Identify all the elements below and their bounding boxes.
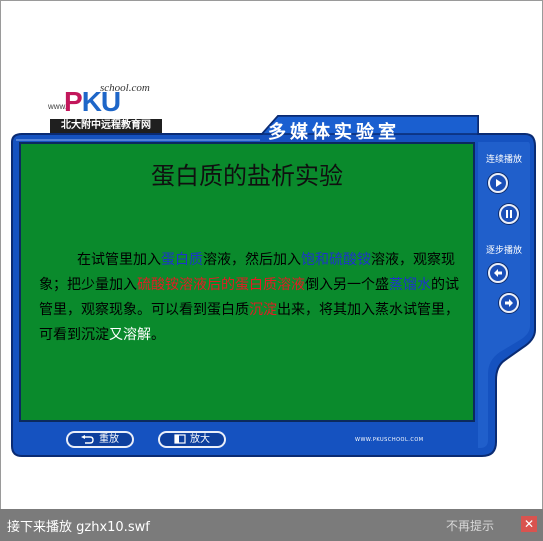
footer-url: WWW.PKUSCHOOL.COM [355,437,424,443]
step-forward-button[interactable] [499,293,519,313]
text-segment: 蒸馏水 [389,277,431,293]
board-title: 蛋白质的盐析实验 [151,162,343,190]
step-back-button[interactable] [488,263,508,283]
text-segment: 又溶解 [109,327,151,343]
arrow-left-icon [494,269,502,277]
close-button[interactable]: ✕ [521,516,537,532]
zoom-button[interactable]: 放大 [158,431,226,448]
text-segment: 溶液，然后加入 [203,252,301,268]
text-segment: 蛋白质 [161,252,203,268]
logo-org-name: 北大附中远程教育网 [50,119,162,133]
replay-icon [81,434,94,444]
notification-bar: 接下来播放 gzhx10.swf 不再提示 ✕ [0,509,543,541]
step-play-label: 逐步播放 [486,246,523,256]
replay-label: 重放 [99,434,119,445]
text-segment: 倒入另一个盛 [305,277,389,293]
window-icon [174,434,186,444]
text-segment: 硫酸铵溶液后的蛋白质溶液 [137,277,305,293]
pause-button[interactable] [499,204,519,224]
close-icon: ✕ [523,517,535,531]
pause-icon [506,210,512,218]
page-title: 多媒体实验室 [268,122,400,143]
zoom-label: 放大 [190,434,210,445]
dont-show-again-link[interactable]: 不再提示 [446,517,494,534]
text-segment: 。 [151,327,165,343]
text-segment: 在试管里加入 [77,252,161,268]
text-segment: 饱和硫酸铵 [301,252,371,268]
notification-text: 接下来播放 gzhx10.swf [7,520,150,535]
play-icon [496,179,502,187]
experiment-description: 在试管里加入蛋白质溶液，然后加入饱和硫酸铵溶液，观察现象；把少量加入硫酸铵溶液后… [39,248,459,348]
pku-logo: school.com www. PKU 北大附中远程教育网 [48,82,163,134]
logo-pku-mark: PKU [64,86,121,117]
chalkboard: 蛋白质的盐析实验 在试管里加入蛋白质溶液，然后加入饱和硫酸铵溶液，观察现象；把少… [19,142,475,422]
text-segment: 沉淀 [249,302,277,318]
arrow-right-icon [505,299,513,307]
play-button[interactable] [488,173,508,193]
continuous-play-label: 连续播放 [486,155,523,165]
replay-button[interactable]: 重放 [66,431,134,448]
